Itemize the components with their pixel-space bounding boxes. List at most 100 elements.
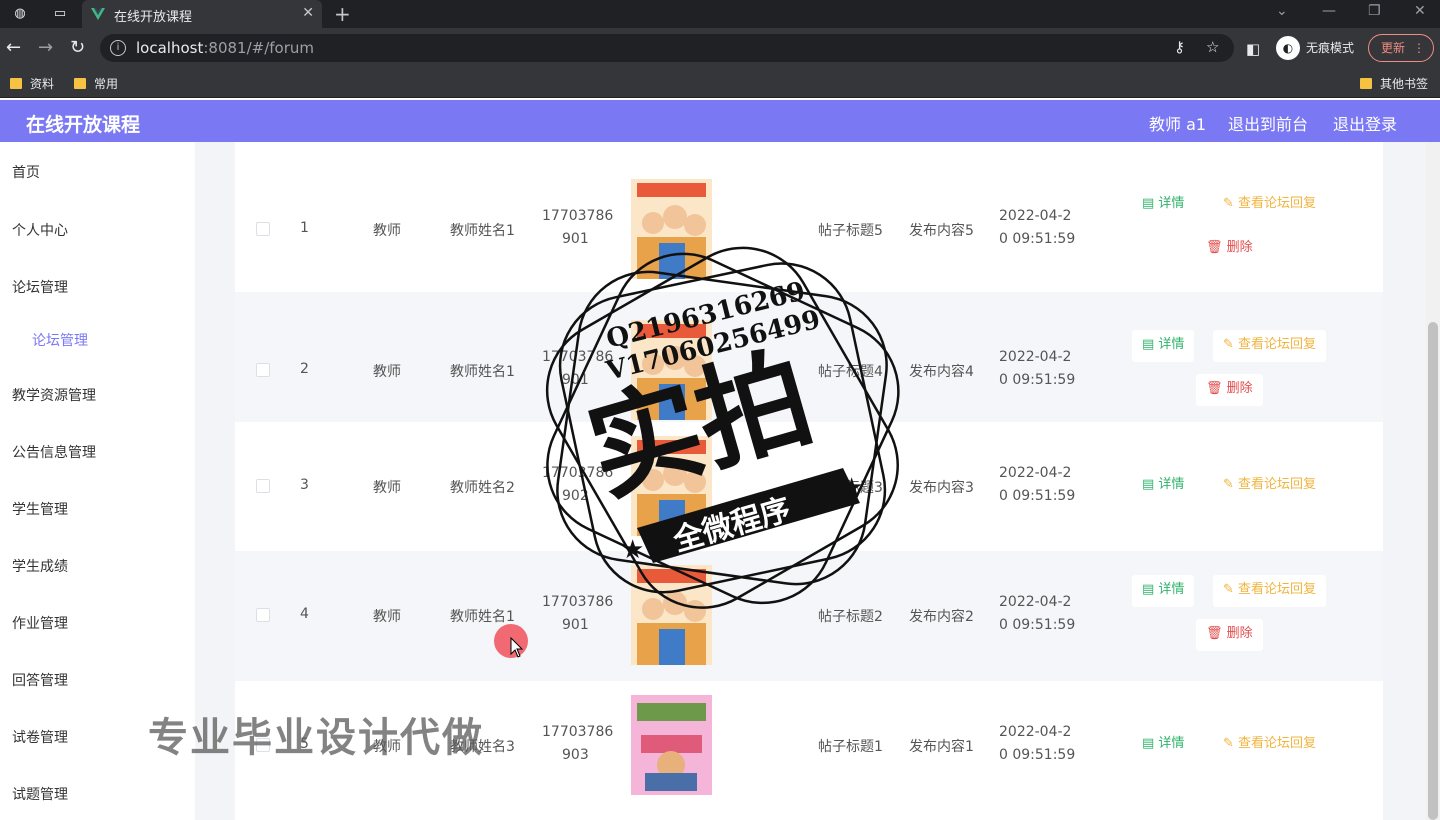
sidebar-item-profile[interactable]: 个人中心 [12,220,68,240]
forward-icon[interactable]: → [38,38,53,58]
folder-icon [74,78,86,89]
update-label: 更新 [1381,41,1406,55]
edit-icon: ✎ [1223,582,1239,597]
more-icon: ⋮ [1413,41,1425,55]
key-icon[interactable]: ⚷ [1174,38,1185,56]
row-checkbox[interactable] [256,363,270,377]
view-replies-button[interactable]: ✎ 查看论坛回复 [1213,330,1327,362]
document-icon: ▤ [1142,196,1159,211]
sidebar-item-questions[interactable]: 试题管理 [12,784,68,804]
reload-icon[interactable]: ↻ [70,38,85,58]
row-publish-time: 2022-04-2 [999,208,1072,224]
view-replies-button[interactable]: ✎ 查看论坛回复 [1213,470,1327,502]
detail-button[interactable]: ▤ 详情 [1132,470,1195,502]
row-phone: 17703786 [542,724,614,740]
row-teacher-name: 教师姓名1 [450,223,515,239]
row-post-title: 帖子标题2 [818,609,883,625]
back-icon[interactable]: ← [6,38,21,58]
detail-button[interactable]: ▤ 详情 [1132,189,1195,221]
row-post-content: 发布内容1 [909,739,974,755]
scrollbar-thumb[interactable] [1428,322,1438,820]
row-thumbnail [631,320,712,420]
row-post-content: 发布内容3 [909,480,974,496]
sidebar-subitem-forum[interactable]: 论坛管理 [32,330,88,350]
browser-tab-bar: ◍ ▭ 在线开放课程 ✕ + ⌄ — ❐ ✕ [0,0,1440,28]
close-window-icon[interactable]: ✕ [1414,3,1426,19]
trash-icon: 🗑 [1206,626,1227,641]
edit-icon: ✎ [1223,736,1239,751]
window-icon[interactable]: ▭ [52,6,68,22]
row-post-content: 发布内容2 [909,609,974,625]
row-index: 2 [300,361,309,377]
row-checkbox[interactable] [256,222,270,236]
row-role: 教师 [373,223,401,239]
sidebar-item-forum[interactable]: 论坛管理 [12,277,68,297]
detail-button[interactable]: ▤ 详情 [1132,575,1195,607]
current-user: 教师 a1 [1149,115,1207,134]
update-button[interactable]: 更新 ⋮ [1368,34,1434,62]
sidebar-toggle-icon[interactable]: ◧ [1246,39,1260,59]
back-to-front-link[interactable]: 退出到前台 [1228,111,1308,135]
row-post-title: 帖子标题1 [818,739,883,755]
restore-icon[interactable]: ❐ [1368,3,1381,19]
document-icon: ▤ [1142,477,1159,492]
row-checkbox[interactable] [256,608,270,622]
row-post-title: 帖子标题3 [818,480,883,496]
info-icon[interactable]: i [110,40,126,56]
bookmark-folder-2[interactable]: 常用 [74,75,118,92]
url-input[interactable]: i localhost:8081/#/forum ⚷ ☆ [100,34,1234,62]
sidebar-item-answers[interactable]: 回答管理 [12,670,68,690]
row-publish-time-cont: 0 09:51:59 [999,747,1076,763]
new-tab-icon[interactable]: + [334,2,351,26]
row-role: 教师 [373,480,401,496]
detail-button[interactable]: ▤ 详情 [1132,729,1195,761]
incognito-icon: ◐ [1276,36,1300,60]
row-publish-time: 2022-04-2 [999,724,1072,740]
sidebar-item-papers[interactable]: 试卷管理 [12,727,68,747]
table-row: 3 教师 教师姓名2 17703786 902 帖子标题3 发布内容3 2022-04-2 0 … [235,422,1383,551]
view-replies-button[interactable]: ✎ 查看论坛回复 [1213,189,1327,221]
sidebar-item-home[interactable]: 首页 [12,162,40,182]
folder-icon [1360,78,1372,89]
scrollbar[interactable] [1426,142,1440,820]
table-row: 2 教师 教师姓名1 17703786 901 帖子标题4 发布内容4 2022-04-2 0 … [235,292,1383,422]
sidebar-item-notices[interactable]: 公告信息管理 [12,442,96,462]
delete-button[interactable]: 🗑 删除 [1196,619,1263,651]
row-phone-cont: 902 [562,488,589,504]
sidebar-item-students[interactable]: 学生管理 [12,499,68,519]
row-phone-cont: 901 [562,617,589,633]
row-teacher-name: 教师姓名2 [450,480,515,496]
row-phone: 17703786 [542,594,614,610]
sidebar-item-resources[interactable]: 教学资源管理 [12,385,96,405]
sidebar-item-grades[interactable]: 学生成绩 [12,556,68,576]
delete-button[interactable]: 🗑 删除 [1196,233,1263,265]
row-post-content: 发布内容4 [909,364,974,380]
delete-button[interactable]: 🗑 删除 [1196,374,1263,406]
row-post-content: 发布内容5 [909,223,974,239]
row-thumbnail [631,179,712,279]
row-post-title: 帖子标题5 [818,223,883,239]
view-replies-button[interactable]: ✎ 查看论坛回复 [1213,575,1327,607]
minimize-icon[interactable]: — [1322,3,1336,19]
bookmark-folder-1[interactable]: 资料 [10,75,54,92]
sidebar-item-homework[interactable]: 作业管理 [12,613,68,633]
chevron-down-icon[interactable]: ⌄ [1276,3,1288,19]
document-icon: ▤ [1142,337,1159,352]
globe-icon[interactable]: ◍ [12,6,28,22]
view-replies-button[interactable]: ✎ 查看论坛回复 [1213,729,1327,761]
row-publish-time-cont: 0 09:51:59 [999,488,1076,504]
star-icon[interactable]: ☆ [1206,38,1219,56]
row-index: 1 [300,220,309,236]
app-header: 在线开放课程 教师 a1 退出到前台 退出登录 [0,100,1440,142]
row-thumbnail [631,695,712,795]
other-bookmarks[interactable]: 其他书签 [1360,75,1428,92]
row-checkbox[interactable] [256,479,270,493]
detail-button[interactable]: ▤ 详情 [1132,330,1195,362]
row-phone: 17703786 [542,208,614,224]
row-thumbnail [631,565,712,665]
logout-link[interactable]: 退出登录 [1333,111,1397,135]
row-phone-cont: 901 [562,231,589,247]
incognito-label: 无痕模式 [1306,41,1355,55]
close-icon[interactable]: ✕ [302,5,314,21]
active-tab[interactable]: 在线开放课程 ✕ [82,0,322,28]
